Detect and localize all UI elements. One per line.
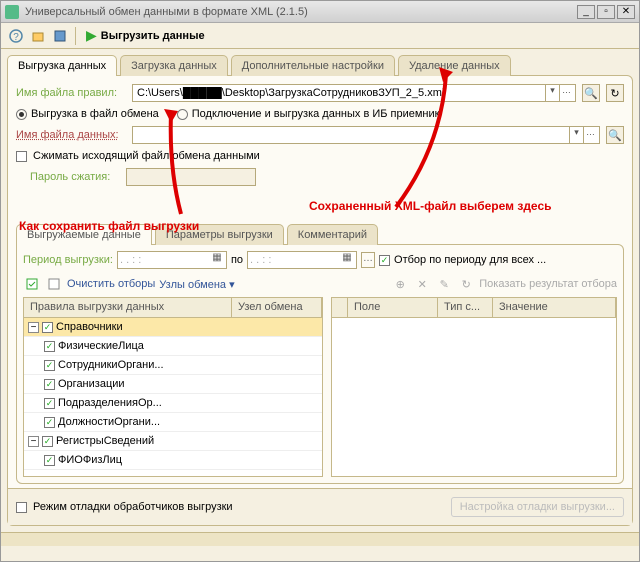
tab-export[interactable]: Выгрузка данных: [7, 55, 117, 76]
password-label: Пароль сжатия:: [30, 171, 120, 183]
find-button[interactable]: 🔍: [582, 84, 600, 102]
row-checkbox[interactable]: [44, 341, 55, 352]
row-checkbox[interactable]: [42, 436, 53, 447]
add-icon: ⊕: [391, 275, 409, 293]
dropdown-icon[interactable]: ▾: [545, 85, 559, 101]
period-filter-label: Отбор по периоду для всех ...: [394, 254, 546, 266]
separator: [75, 27, 76, 45]
tree-row[interactable]: ФизическиеЛица: [24, 337, 322, 356]
collapse-icon[interactable]: −: [28, 322, 39, 333]
data-file-input[interactable]: ▾ …: [132, 126, 600, 144]
radio-direct-label: Подключение и выгрузка данных в ИБ прием…: [192, 108, 440, 120]
export-data-button[interactable]: ▶ Выгрузить данные: [82, 25, 209, 46]
export-label: Выгрузить данные: [101, 30, 205, 42]
refresh-icon: ↻: [457, 275, 475, 293]
tab-settings[interactable]: Дополнительные настройки: [231, 55, 395, 76]
debug-settings-button: Настройка отладки выгрузки...: [451, 497, 624, 517]
th-node[interactable]: Узел обмена: [232, 298, 322, 317]
status-bar: [1, 532, 639, 546]
radio-file-export[interactable]: Выгрузка в файл обмена: [16, 108, 159, 120]
remove-icon: ✕: [413, 275, 431, 293]
svg-text:?: ?: [13, 32, 19, 43]
open-icon[interactable]: [29, 27, 47, 45]
row-checkbox[interactable]: [44, 417, 55, 428]
find-button[interactable]: 🔍: [606, 126, 624, 144]
th-rules[interactable]: Правила выгрузки данных: [24, 298, 232, 317]
period-label: Период выгрузки:: [23, 254, 113, 266]
tree-row[interactable]: ФИОФизЛиц: [24, 451, 322, 470]
compress-label: Сжимать исходящий файл обмена данными: [33, 150, 260, 162]
period-sep: по: [231, 254, 243, 266]
reload-button[interactable]: ↻: [606, 84, 624, 102]
row-checkbox[interactable]: [44, 379, 55, 390]
clear-filters-link[interactable]: Очистить отборы: [67, 278, 155, 290]
row-checkbox[interactable]: [42, 322, 53, 333]
nodes-combo[interactable]: Узлы обмена ▾: [159, 278, 234, 291]
radio-dot-icon: [177, 109, 188, 120]
row-checkbox[interactable]: [44, 360, 55, 371]
th-type[interactable]: Тип с...: [438, 298, 493, 317]
app-icon: [5, 5, 19, 19]
password-input[interactable]: [126, 168, 256, 186]
tab-import[interactable]: Загрузка данных: [120, 55, 228, 76]
th-empty: [332, 298, 348, 317]
help-icon[interactable]: ?: [7, 27, 25, 45]
tab-delete[interactable]: Удаление данных: [398, 55, 511, 76]
window-title: Универсальный обмен данными в формате XM…: [25, 6, 577, 18]
tree-row[interactable]: −РегистрыСведений: [24, 432, 322, 451]
tree-row[interactable]: Организации: [24, 375, 322, 394]
period-from-input[interactable]: . . : : ▦: [117, 251, 227, 269]
collapse-icon[interactable]: −: [28, 436, 39, 447]
radio-file-label: Выгрузка в файл обмена: [31, 108, 159, 120]
period-filter-checkbox[interactable]: [379, 255, 390, 266]
minimize-button[interactable]: _: [577, 5, 595, 19]
compress-checkbox[interactable]: [16, 151, 27, 162]
data-file-label: Имя файла данных:: [16, 129, 126, 141]
debug-checkbox[interactable]: [16, 502, 27, 513]
th-value[interactable]: Значение: [493, 298, 616, 317]
row-checkbox[interactable]: [44, 455, 55, 466]
debug-label: Режим отладки обработчиков выгрузки: [33, 501, 233, 513]
tree-row[interactable]: ДолжностиОргани...: [24, 413, 322, 432]
play-icon: ▶: [86, 27, 97, 44]
tree-row[interactable]: СотрудникиОргани...: [24, 356, 322, 375]
th-field[interactable]: Поле: [348, 298, 438, 317]
row-checkbox[interactable]: [44, 398, 55, 409]
show-result-link: Показать результат отбора: [479, 278, 617, 290]
subtab-data[interactable]: Выгружаемые данные: [16, 224, 152, 245]
edit-icon: ✎: [435, 275, 453, 293]
rules-file-input[interactable]: C:\Users\█████\Desktop\ЗагрузкаСотрудник…: [132, 84, 576, 102]
rules-file-label: Имя файла правил:: [16, 87, 126, 99]
period-more-button[interactable]: …: [361, 252, 375, 268]
calendar-icon[interactable]: ▦: [340, 252, 354, 268]
subtab-params[interactable]: Параметры выгрузки: [155, 224, 284, 245]
save-icon[interactable]: [51, 27, 69, 45]
tree-row[interactable]: −Справочники: [24, 318, 322, 337]
radio-dot-icon: [16, 109, 27, 120]
uncheck-all-icon[interactable]: [45, 275, 63, 293]
check-all-icon[interactable]: [23, 275, 41, 293]
rules-file-value: C:\Users\█████\Desktop\ЗагрузкаСотрудник…: [135, 87, 545, 99]
close-button[interactable]: ✕: [617, 5, 635, 19]
period-to-input[interactable]: . . : : ▦: [247, 251, 357, 269]
dropdown-icon[interactable]: ▾: [569, 127, 583, 143]
browse-icon[interactable]: …: [583, 127, 597, 143]
browse-icon[interactable]: …: [559, 85, 573, 101]
filter-table[interactable]: Поле Тип с... Значение: [331, 297, 617, 477]
subtab-comment[interactable]: Комментарий: [287, 224, 378, 245]
tree-row[interactable]: ПодразделенияОр...: [24, 394, 322, 413]
maximize-button[interactable]: ▫: [597, 5, 615, 19]
calendar-icon[interactable]: ▦: [210, 252, 224, 268]
rules-tree[interactable]: Правила выгрузки данных Узел обмена −Спр…: [23, 297, 323, 477]
radio-direct-export[interactable]: Подключение и выгрузка данных в ИБ прием…: [177, 108, 440, 120]
